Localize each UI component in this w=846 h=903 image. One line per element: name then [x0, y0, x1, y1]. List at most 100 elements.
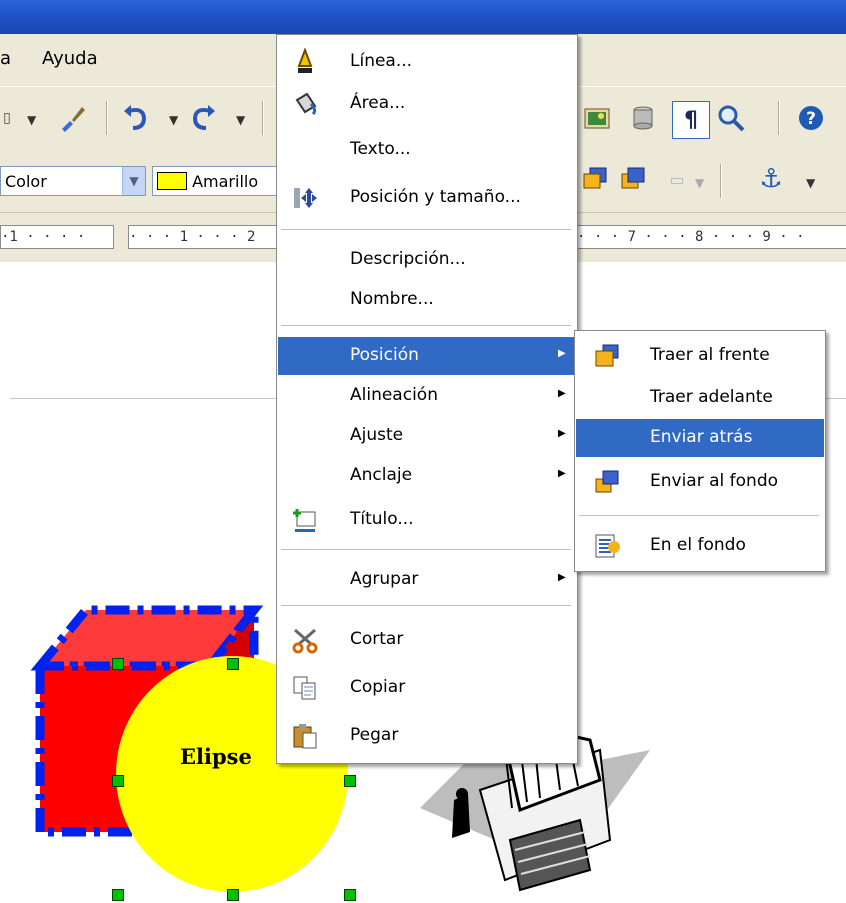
ellipse-label: Elipse [180, 744, 252, 769]
menu-label: Traer adelante [650, 387, 773, 407]
menu-item-caption[interactable]: Título... [278, 501, 576, 539]
submenu-arrow-icon: ▶ [558, 428, 566, 439]
menu-item-alignment[interactable]: Alineación ▶ [278, 377, 576, 415]
menu-item-position[interactable]: Posición ▶ [278, 337, 576, 375]
database-icon[interactable] [628, 103, 658, 133]
line-color-combo[interactable]: Color ▼ [0, 166, 146, 196]
menu-item-name[interactable]: Nombre... [278, 281, 576, 319]
menu-label: En el fondo [650, 535, 746, 555]
menu-label: Pegar [350, 725, 399, 745]
menu-item-cut[interactable]: Cortar [278, 621, 576, 659]
menu-label: Cortar [350, 629, 404, 649]
selection-handle[interactable] [112, 658, 124, 670]
submenu-arrow-icon: ▶ [558, 388, 566, 399]
menu-label: Ajuste [350, 425, 404, 445]
menu-item-area[interactable]: Área... [278, 85, 576, 123]
selection-handle[interactable] [344, 889, 356, 901]
menu-item-text[interactable]: Texto... [278, 131, 576, 169]
partial-icon[interactable]: ▯ [0, 103, 14, 133]
submenu-arrow-icon: ▶ [558, 348, 566, 359]
menu-label: Posición y tamaño... [350, 187, 521, 207]
bring-forward-icon[interactable] [580, 164, 610, 194]
ruler-middle-segment: · · · 1 · · · 2 [128, 225, 280, 249]
fill-color-swatch [157, 172, 187, 190]
submenu-arrow-icon: ▶ [558, 468, 566, 479]
wrap-dropdown-icon[interactable]: ▼ [695, 176, 704, 190]
menu-label: Agrupar [350, 569, 419, 589]
toolbar-separator [778, 101, 780, 135]
send-backward-icon[interactable] [618, 164, 648, 194]
anchor-icon[interactable]: ⚓ [756, 164, 786, 194]
dropdown-arrow-icon[interactable]: ▼ [27, 113, 36, 127]
menu-label: Descripción... [350, 249, 466, 269]
help-icon[interactable]: ? [796, 103, 826, 133]
fill-color-value: Amarillo [192, 172, 259, 191]
chevron-down-icon[interactable]: ▼ [122, 167, 145, 195]
menu-item-paste[interactable]: Pegar [278, 717, 576, 755]
position-submenu: Traer al frente Traer adelante Enviar at… [574, 330, 826, 572]
wrap-icon[interactable]: ▭ [662, 164, 692, 194]
copy-icon [290, 673, 320, 703]
menu-item-position-size[interactable]: Posición y tamaño... [278, 179, 576, 217]
line-color-value: Color [5, 172, 47, 191]
submenu-item-send-to-back[interactable]: Enviar al fondo [576, 463, 824, 501]
paste-icon [290, 721, 320, 751]
submenu-item-bring-forward[interactable]: Traer adelante [576, 379, 824, 417]
menu-separator [579, 515, 819, 516]
selection-handle[interactable] [112, 775, 124, 787]
redo-icon[interactable] [188, 103, 218, 133]
menu-label: Enviar atrás [650, 427, 753, 447]
ruler-right-segment: · · · 7 · · · 8 · · · 9 · · [576, 225, 846, 249]
submenu-arrow-icon: ▶ [558, 572, 566, 583]
submenu-item-send-backward[interactable]: Enviar atrás [576, 419, 824, 457]
menu-label: Enviar al fondo [650, 471, 779, 491]
anchor-dropdown-icon[interactable]: ▼ [806, 176, 815, 190]
send-to-back-icon [592, 467, 622, 497]
zoom-icon[interactable] [716, 103, 746, 133]
undo-icon[interactable] [121, 103, 151, 133]
bring-to-front-icon [592, 341, 622, 371]
window-title-bar[interactable] [0, 0, 846, 34]
submenu-item-bring-to-front[interactable]: Traer al frente [576, 337, 824, 375]
area-bucket-icon [290, 89, 320, 119]
menu-label: Área... [350, 93, 406, 113]
ruler-left-segment: ·1 · · · · [0, 225, 114, 249]
menu-item-help[interactable]: Ayuda [42, 48, 98, 69]
menu-separator [281, 605, 571, 606]
menu-label: Copiar [350, 677, 406, 697]
svg-text:?: ? [806, 109, 816, 129]
menu-item-partial[interactable]: a [0, 48, 11, 69]
menu-label: Línea... [350, 51, 413, 71]
to-background-icon [592, 531, 622, 561]
menu-item-description[interactable]: Descripción... [278, 241, 576, 279]
position-size-icon [290, 183, 320, 213]
format-paintbrush-icon[interactable] [58, 103, 88, 133]
undo-dropdown-icon[interactable]: ▼ [169, 113, 178, 127]
menu-label: Texto... [350, 139, 411, 159]
toolbar-separator [262, 101, 264, 135]
gallery-icon[interactable] [582, 103, 612, 133]
menu-item-wrap[interactable]: Ajuste ▶ [278, 417, 576, 455]
menu-separator [281, 549, 571, 550]
selection-handle[interactable] [227, 889, 239, 901]
menu-label: Posición [350, 345, 419, 365]
menu-label: Nombre... [350, 289, 434, 309]
formatting-marks-icon[interactable]: ¶ [672, 101, 710, 139]
scissors-icon [290, 625, 320, 655]
fill-color-combo[interactable]: Amarillo [152, 166, 280, 196]
menu-item-copy[interactable]: Copiar [278, 669, 576, 707]
selection-handle[interactable] [344, 775, 356, 787]
selection-handle[interactable] [112, 889, 124, 901]
line-icon [290, 47, 320, 77]
menu-item-anchor[interactable]: Anclaje ▶ [278, 457, 576, 495]
menu-item-line[interactable]: Línea... [278, 43, 576, 81]
submenu-item-to-background[interactable]: En el fondo [576, 527, 824, 565]
menu-label: Alineación [350, 385, 438, 405]
context-menu: Línea... Área... Texto... Posición y tam… [276, 34, 578, 764]
menu-item-group[interactable]: Agrupar ▶ [278, 561, 576, 599]
menu-label: Título... [350, 509, 414, 529]
redo-dropdown-icon[interactable]: ▼ [236, 113, 245, 127]
selection-handle[interactable] [227, 658, 239, 670]
menu-label: Traer al frente [650, 345, 770, 365]
menu-separator [281, 229, 571, 230]
